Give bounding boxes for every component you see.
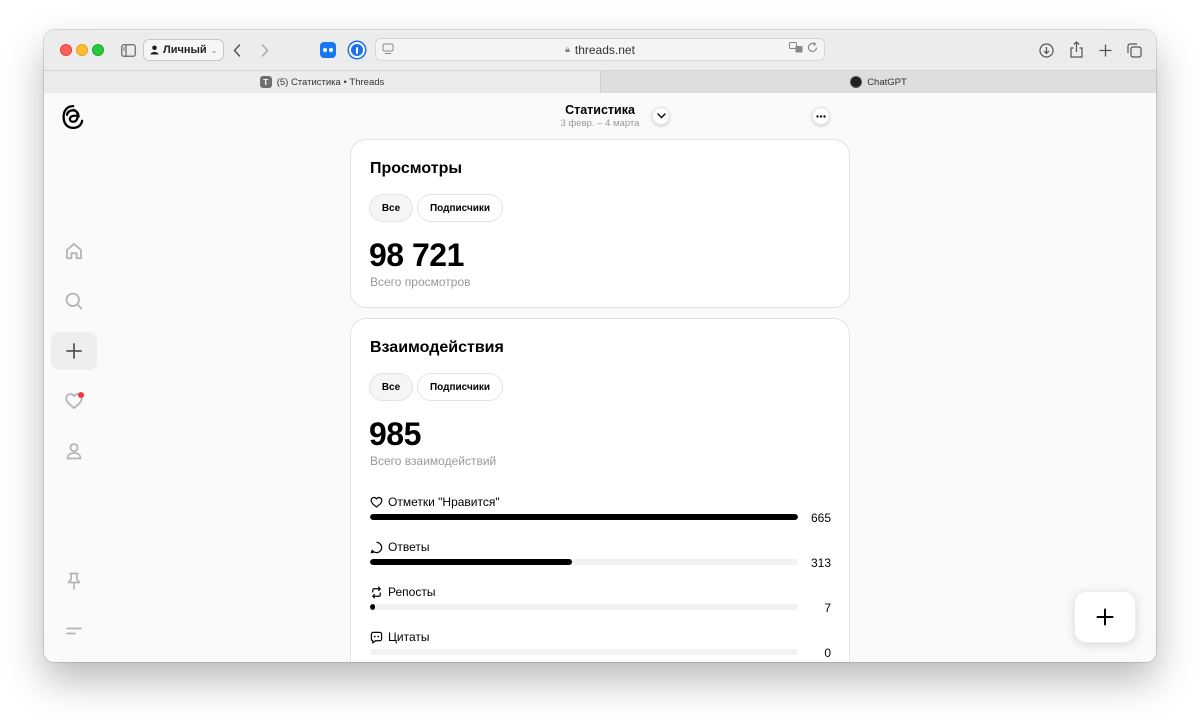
ellipsis-icon (816, 114, 826, 118)
share-icon[interactable] (1068, 40, 1084, 58)
threads-logo-icon[interactable] (60, 103, 86, 131)
views-title: Просмотры (370, 160, 463, 177)
threads-page: Статистика 3 февр. – 4 марта Просмотры В… (44, 93, 1156, 662)
metric-quotes-bar (370, 649, 798, 655)
nav-search[interactable] (51, 282, 97, 320)
heart-icon (370, 496, 383, 508)
close-window-button[interactable] (60, 44, 72, 56)
chatgpt-favicon (850, 76, 863, 88)
metric-replies-bar (370, 559, 798, 565)
plus-icon (66, 343, 82, 359)
quote-bubble-icon (370, 631, 383, 643)
interactions-card: Взаимодействия Все Подписчики 985 Всего … (350, 318, 850, 662)
metric-likes-bar (370, 514, 798, 520)
views-card: Просмотры Все Подписчики 98 721 Всего пр… (350, 139, 850, 308)
notification-dot (78, 392, 84, 398)
extension-icon[interactable] (320, 42, 336, 58)
tab-label: (5) Статистика • Threads (276, 76, 385, 88)
page-title: Статистика (565, 103, 635, 117)
metric-likes-label: Отметки "Нравится" (370, 495, 500, 509)
page-header: Статистика 3 февр. – 4 марта (350, 103, 850, 133)
browser-toolbar: Личный ⌄ 🔒︎ threads.net (44, 30, 1156, 70)
repost-icon (372, 586, 381, 598)
nav-activity[interactable] (51, 382, 97, 420)
new-tab-icon[interactable] (1097, 42, 1113, 58)
minimize-window-button[interactable] (76, 44, 88, 56)
date-range-dropdown-button[interactable] (652, 107, 670, 125)
sidebar-toggle-icon[interactable] (120, 42, 136, 58)
profile-selector[interactable]: Личный ⌄ (143, 39, 225, 61)
nav-profile[interactable] (51, 432, 97, 470)
date-range: 3 февр. – 4 марта (560, 118, 640, 129)
reply-bubble-icon (370, 541, 383, 553)
interactions-title: Взаимодействия (370, 339, 504, 356)
nav-menu[interactable] (51, 612, 97, 650)
interactions-total-label: Всего взаимодействий (370, 454, 497, 468)
home-icon (66, 242, 82, 260)
metric-quotes-label: Цитаты (370, 630, 429, 644)
tab-overview-icon[interactable] (1126, 42, 1142, 58)
browser-window: Личный ⌄ 🔒︎ threads.net T (5) Статистика… (44, 30, 1156, 662)
views-filter-followers[interactable]: Подписчики (417, 194, 503, 222)
metric-likes-value: 665 (810, 511, 831, 525)
metric-replies-fill (370, 559, 572, 565)
address-bar[interactable]: 🔒︎ threads.net (375, 38, 825, 61)
nav-pinned[interactable] (51, 562, 97, 600)
metric-quotes-value: 0 (824, 646, 831, 660)
views-total: 98 721 (369, 237, 464, 273)
metric-reposts-bar (370, 604, 798, 610)
chevron-down-icon (656, 113, 666, 119)
translate-icon[interactable] (789, 42, 803, 56)
metric-reposts-value: 7 (824, 601, 831, 615)
tab-label: ChatGPT (867, 76, 907, 88)
nav-create[interactable] (51, 332, 97, 370)
interactions-total: 985 (369, 416, 421, 452)
metric-label-text: Репосты (388, 585, 436, 599)
views-filter-all[interactable]: Все (369, 194, 413, 222)
create-post-button[interactable] (1074, 591, 1136, 643)
metric-label-text: Отметки "Нравится" (388, 495, 500, 509)
plus-icon (1096, 608, 1114, 626)
password-manager-icon[interactable] (349, 42, 365, 58)
forward-arrow-icon[interactable] (258, 41, 272, 59)
metric-label-text: Цитаты (388, 630, 430, 644)
more-options-button[interactable] (812, 107, 830, 125)
tab-bar: T (5) Статистика • Threads ChatGPT (44, 70, 1156, 93)
metric-likes-fill (370, 514, 798, 520)
metric-replies-label: Ответы (370, 540, 429, 554)
back-arrow-icon[interactable] (230, 41, 244, 59)
metric-reposts-label: Репосты (370, 585, 435, 599)
reader-page-icon[interactable] (382, 43, 394, 58)
reload-icon[interactable] (807, 42, 818, 56)
nav-home[interactable] (51, 232, 97, 270)
menu-icon (66, 627, 82, 635)
downloads-icon[interactable] (1038, 42, 1054, 58)
threads-favicon: T (259, 76, 272, 88)
profile-icon (66, 443, 82, 460)
lock-icon: 🔒︎ (565, 44, 570, 54)
metric-replies-value: 313 (810, 556, 831, 570)
url-text: threads.net (574, 42, 635, 57)
zoom-window-button[interactable] (92, 44, 104, 56)
metric-reposts-fill (370, 604, 376, 610)
profile-label: Личный (163, 44, 207, 56)
search-icon (65, 292, 83, 310)
tab-threads-stats[interactable]: T (5) Статистика • Threads (44, 71, 600, 93)
interactions-filter-followers[interactable]: Подписчики (417, 373, 503, 401)
chevron-down-icon: ⌄ (210, 45, 218, 55)
interactions-filter-all[interactable]: Все (369, 373, 413, 401)
metric-label-text: Ответы (388, 540, 430, 554)
pin-icon (67, 572, 81, 590)
views-total-label: Всего просмотров (370, 275, 471, 289)
tab-chatgpt[interactable]: ChatGPT (600, 71, 1156, 93)
person-icon (150, 45, 159, 55)
sidebar (44, 93, 104, 662)
